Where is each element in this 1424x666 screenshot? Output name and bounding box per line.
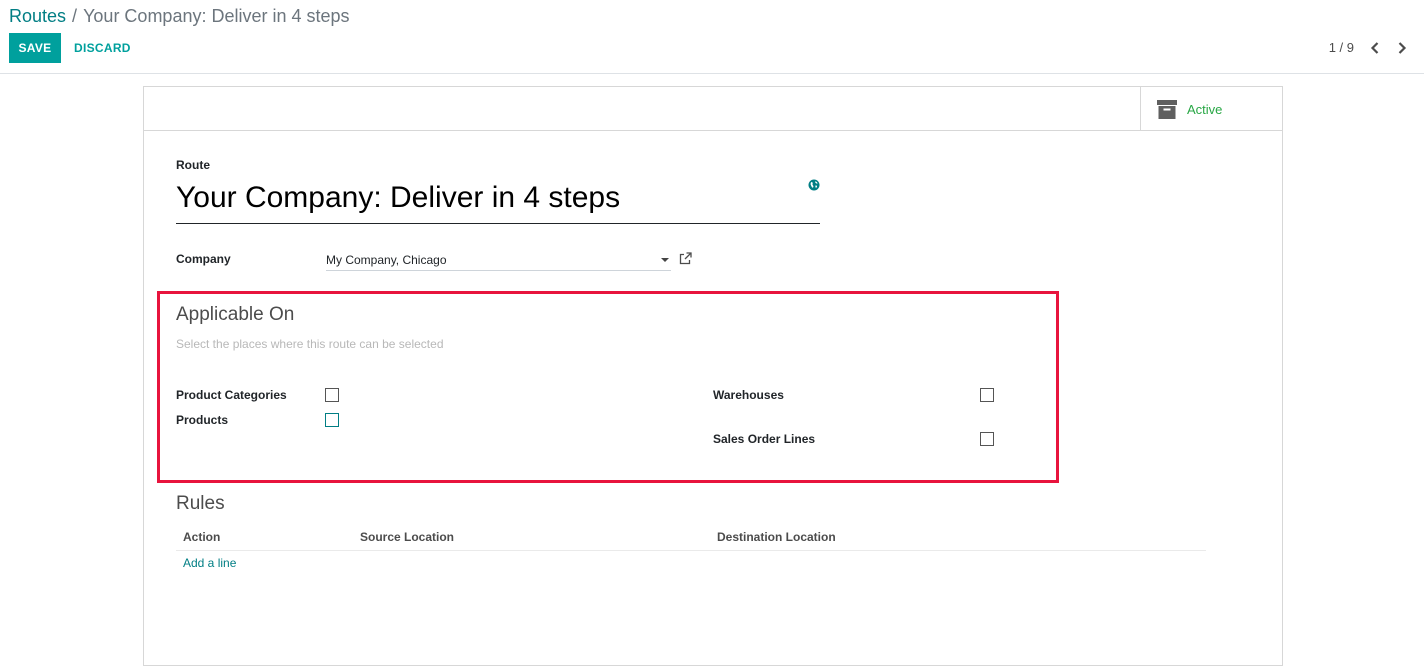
route-name-input[interactable]: Your Company: Deliver in 4 steps — [176, 178, 820, 224]
rules-column-source-location[interactable]: Source Location — [360, 530, 454, 544]
breadcrumb-separator: / — [72, 6, 78, 26]
chevron-right-icon — [1398, 42, 1407, 54]
control-panel: Routes / Your Company: Deliver in 4 steps … — [0, 0, 1424, 74]
sales-order-lines-label: Sales Order Lines — [713, 432, 816, 446]
product-categories-checkbox[interactable] — [325, 388, 339, 402]
company-value: My Company, Chicago — [326, 253, 447, 267]
caret-down-icon — [661, 258, 669, 262]
form-sheet: Active Route Your Company: Deliver in 4 … — [143, 86, 1283, 666]
sales-order-lines-checkbox[interactable] — [980, 432, 994, 446]
pager-next-button[interactable] — [1392, 38, 1412, 58]
warehouses-checkbox[interactable] — [980, 388, 994, 402]
discard-button[interactable]: DISCARD — [68, 33, 137, 63]
rules-column-destination-location[interactable]: Destination Location — [717, 530, 836, 544]
archive-icon — [1157, 99, 1177, 119]
chevron-left-icon — [1370, 42, 1379, 54]
route-label: Route — [176, 158, 210, 172]
applicable-on-help: Select the places where this route can b… — [176, 337, 444, 351]
product-categories-label: Product Categories — [176, 388, 287, 402]
breadcrumb: Routes / Your Company: Deliver in 4 steps — [9, 5, 350, 27]
pager-previous-button[interactable] — [1365, 38, 1385, 58]
save-button[interactable]: SAVE — [9, 33, 61, 63]
rules-header-divider — [176, 550, 1206, 551]
warehouses-label: Warehouses — [713, 388, 784, 402]
rules-column-action[interactable]: Action — [183, 530, 220, 544]
company-select[interactable]: My Company, Chicago — [326, 250, 671, 271]
add-a-line-link[interactable]: Add a line — [183, 556, 236, 570]
button-box: Active — [144, 87, 1282, 131]
products-checkbox[interactable] — [325, 413, 339, 427]
external-link-icon[interactable] — [679, 252, 692, 270]
active-label: Active — [1187, 101, 1223, 117]
breadcrumb-current: Your Company: Deliver in 4 steps — [83, 6, 350, 26]
company-label: Company — [176, 252, 231, 266]
applicable-on-title: Applicable On — [176, 304, 295, 325]
active-toggle-button[interactable]: Active — [1140, 87, 1282, 131]
products-label: Products — [176, 413, 229, 427]
rules-title: Rules — [176, 493, 225, 514]
translate-globe-icon[interactable] — [808, 178, 820, 196]
breadcrumb-routes-link[interactable]: Routes — [9, 6, 66, 26]
pager-value[interactable]: 1 / 9 — [1329, 40, 1354, 55]
